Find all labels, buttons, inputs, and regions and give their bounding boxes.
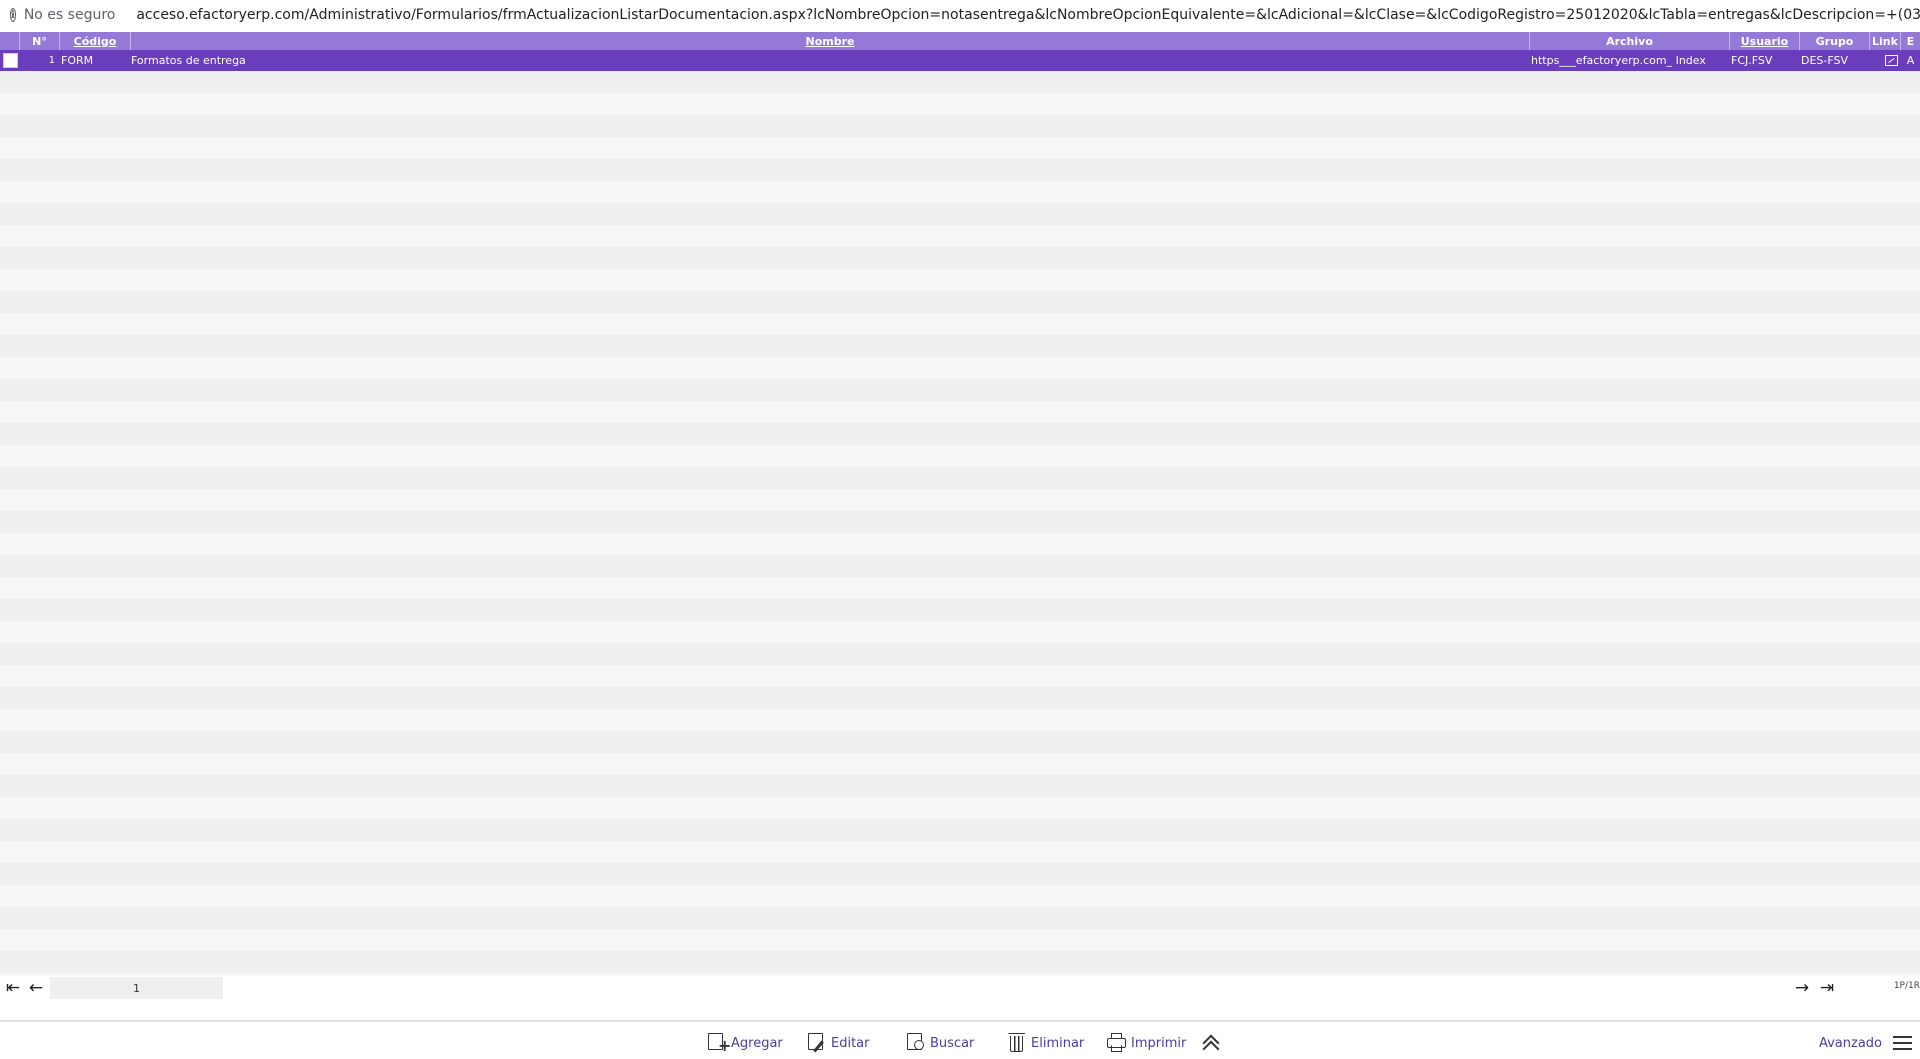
cell-num: 1 bbox=[48, 55, 55, 66]
edit-label: Editar bbox=[831, 1035, 870, 1051]
delete-label: Eliminar bbox=[1031, 1035, 1085, 1051]
edit-button[interactable]: Editar bbox=[806, 1032, 870, 1054]
advanced-label: Avanzado bbox=[1818, 1035, 1882, 1051]
header-select bbox=[0, 32, 20, 50]
printer-icon bbox=[1106, 1032, 1128, 1054]
cell-codigo: FORM bbox=[61, 54, 94, 67]
header-nombre[interactable]: Nombre bbox=[131, 32, 1530, 50]
add-label: Agregar bbox=[731, 1035, 783, 1051]
empty-rows-area bbox=[0, 71, 1920, 976]
menu-icon bbox=[1893, 1036, 1912, 1050]
header-grupo[interactable]: Grupo bbox=[1800, 32, 1870, 50]
delete-button[interactable]: Eliminar bbox=[1006, 1032, 1084, 1054]
print-label: Imprimir bbox=[1131, 1035, 1187, 1051]
info-icon[interactable]: i bbox=[10, 8, 16, 22]
search-icon bbox=[905, 1032, 927, 1054]
cell-e: A bbox=[1906, 54, 1915, 67]
print-button[interactable]: Imprimir bbox=[1106, 1032, 1186, 1054]
first-page-icon[interactable]: ⇤ bbox=[2, 978, 24, 998]
toolbar-divider bbox=[0, 1020, 1920, 1022]
bottom-toolbar: Agregar Editar Buscar Eliminar Imprimir … bbox=[0, 1026, 1920, 1059]
header-archivo[interactable]: Archivo bbox=[1530, 32, 1730, 50]
address-bar[interactable]: i No es seguro acceso.efactoryerp.com/Ad… bbox=[0, 0, 1920, 30]
cell-link[interactable] bbox=[1870, 50, 1901, 71]
prev-page-icon[interactable]: ← bbox=[25, 978, 47, 998]
row-checkbox[interactable] bbox=[3, 53, 18, 68]
cell-archivo: https___efactoryerp.com_ Index bbox=[1531, 54, 1706, 67]
header-codigo[interactable]: Código bbox=[60, 32, 131, 50]
search-button[interactable]: Buscar bbox=[905, 1032, 974, 1054]
last-page-icon[interactable]: ⇥ bbox=[1816, 978, 1838, 998]
page-number: 1 bbox=[133, 981, 140, 995]
edit-icon bbox=[806, 1032, 828, 1054]
search-label: Buscar bbox=[930, 1035, 975, 1051]
advanced-button[interactable]: Avanzado bbox=[1819, 1032, 1912, 1054]
header-num[interactable]: N° bbox=[20, 32, 60, 50]
open-link-icon[interactable] bbox=[1885, 55, 1898, 66]
url-text[interactable]: acceso.efactoryerp.com/Administrativo/Fo… bbox=[136, 7, 1920, 23]
cell-nombre: Formatos de entrega bbox=[131, 54, 246, 67]
grid-header: N° Código Nombre Archivo Usuario Grupo L… bbox=[0, 32, 1920, 50]
chevron-up-double-icon[interactable] bbox=[1200, 1032, 1222, 1058]
trash-icon bbox=[1006, 1032, 1028, 1054]
pager: ⇤ ← 1 → ⇥ 1P/1R bbox=[0, 976, 1920, 1000]
table-row[interactable]: 1 FORM Formatos de entrega https___efact… bbox=[0, 50, 1920, 71]
cell-usuario: FCJ.FSV bbox=[1731, 54, 1773, 67]
header-e[interactable]: E bbox=[1901, 32, 1920, 50]
row-select-cell[interactable] bbox=[0, 50, 20, 71]
next-page-icon[interactable]: → bbox=[1791, 978, 1813, 998]
page-count: 1P/1R bbox=[1893, 981, 1920, 991]
security-status[interactable]: No es seguro bbox=[24, 7, 116, 23]
add-icon bbox=[706, 1032, 731, 1054]
header-link[interactable]: Link bbox=[1870, 32, 1901, 50]
add-button[interactable]: Agregar bbox=[706, 1032, 783, 1054]
cell-grupo: DES-FSV bbox=[1801, 54, 1849, 67]
page-number-box[interactable]: 1 bbox=[50, 977, 223, 999]
documents-grid: N° Código Nombre Archivo Usuario Grupo L… bbox=[0, 32, 1920, 71]
header-usuario[interactable]: Usuario bbox=[1730, 32, 1800, 50]
